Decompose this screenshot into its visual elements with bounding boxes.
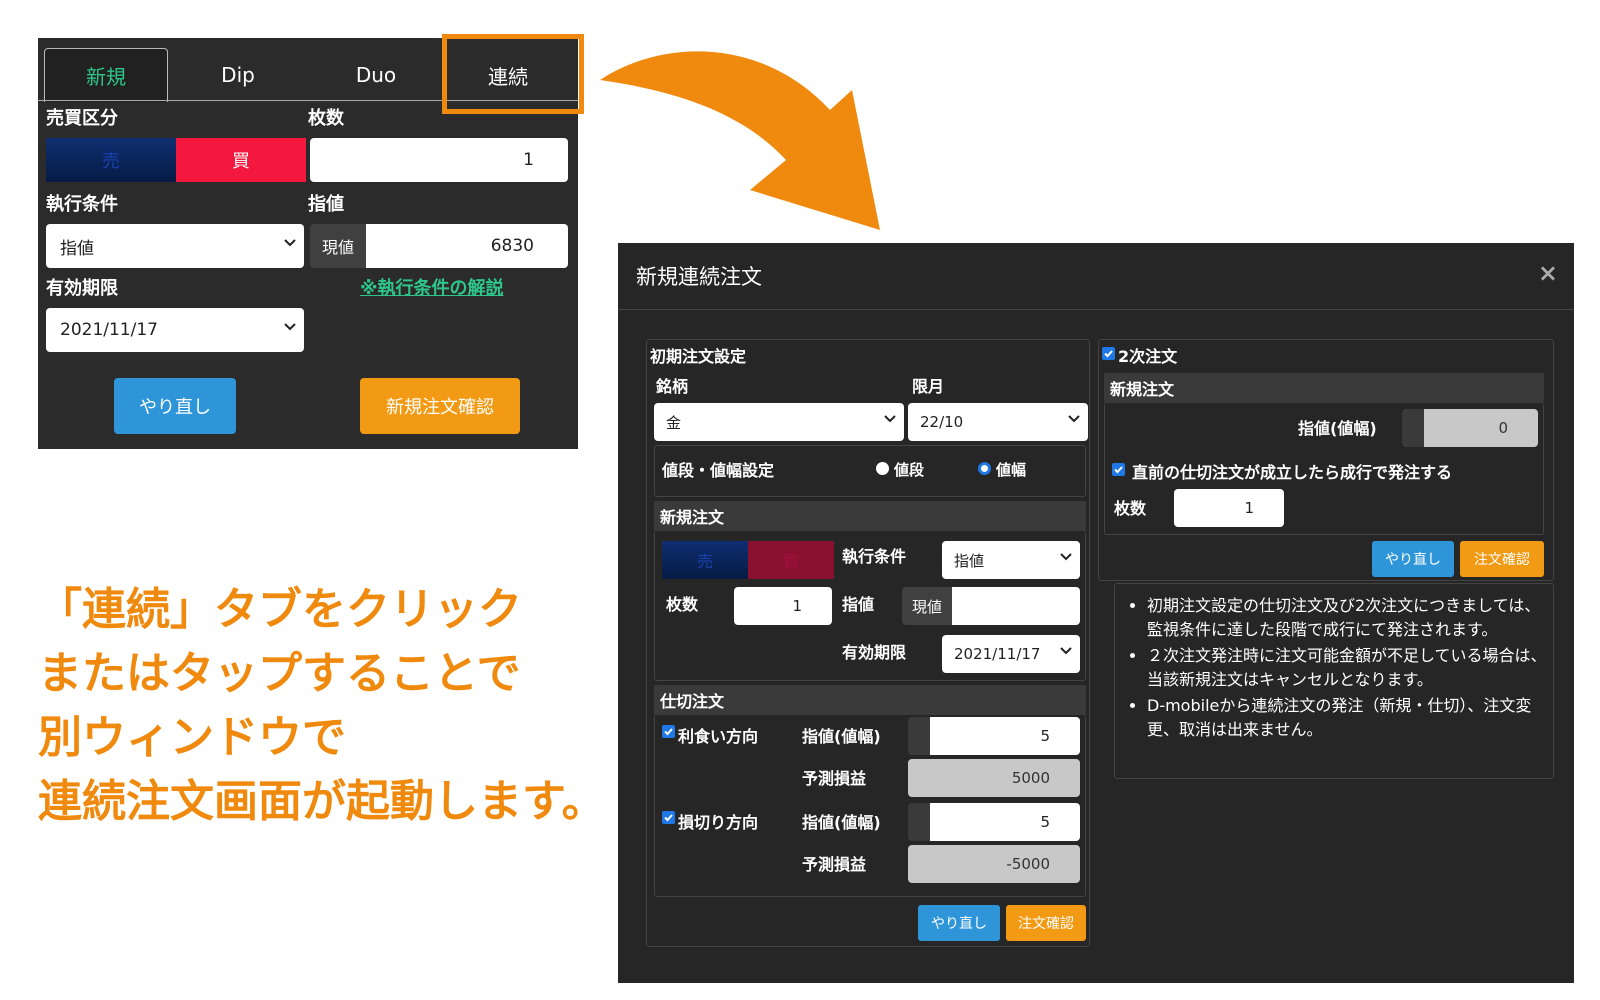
close-order-header: 仕切注文 <box>654 685 1086 715</box>
profit-limit-prefix <box>908 717 930 755</box>
note-item: 初期注文設定の仕切注文及び2次注文につきましては、監視条件に達した段階で成行にて… <box>1147 594 1547 642</box>
chevron-down-icon <box>1068 415 1080 423</box>
modal-expiry-label: 有効期限 <box>842 643 907 662</box>
exec-condition-help-link[interactable]: ※執行条件の解説 <box>360 274 504 300</box>
continuous-order-modal: 新規連続注文 × 初期注文設定 銘柄 限月 金 22/10 値段・値幅設定 値段… <box>618 243 1574 983</box>
symbol-select[interactable]: 金 <box>654 403 904 441</box>
second-order-checkbox-label: 2次注文 <box>1118 347 1178 366</box>
caption-line-4: 連続注文画面が起動します。 <box>38 776 606 827</box>
modal-exec-label: 執行条件 <box>842 547 907 566</box>
loss-pl-label: 予測損益 <box>802 855 867 874</box>
modal-limit-input[interactable] <box>952 587 1080 625</box>
tab-new[interactable]: 新規 <box>44 48 168 102</box>
new-order-header: 新規注文 <box>654 501 1086 531</box>
limit-price-label: 指値 <box>308 194 344 215</box>
radio-price-label: 値段 <box>894 461 925 479</box>
modal-current-price-button[interactable]: 現値 <box>902 587 952 625</box>
notes-list: 初期注文設定の仕切注文及び2次注文につきましては、監視条件に達した段階で成行にて… <box>1147 594 1547 744</box>
month-select[interactable]: 22/10 <box>908 403 1088 441</box>
note-item: D-mobileから連続注文の発注（新規・仕切）、注文変更、取消は出来ません。 <box>1147 694 1547 742</box>
second-qty-input[interactable]: 1 <box>1174 489 1284 527</box>
loss-limit-label: 指値(値幅) <box>802 813 881 832</box>
tab-highlight-frame <box>442 34 584 114</box>
modal-limit-label: 指値 <box>842 595 875 614</box>
exec-condition-value: 指値 <box>60 238 94 259</box>
checkbox-checked-icon[interactable] <box>1102 347 1115 360</box>
profit-direction-label: 利食い方向 <box>678 727 759 746</box>
modal-title: 新規連続注文 <box>636 265 762 289</box>
profit-pl-label: 予測損益 <box>802 769 867 788</box>
month-value: 22/10 <box>920 413 964 431</box>
checkbox-checked-icon[interactable] <box>662 725 675 738</box>
market-order-check-label: 直前の仕切注文が成立したら成行で発注する <box>1132 463 1453 482</box>
month-label: 限月 <box>912 377 945 396</box>
modal-left-confirm-button[interactable]: 注文確認 <box>1006 905 1086 941</box>
modal-right-reset-button[interactable]: やり直し <box>1372 541 1454 577</box>
profit-pl-value: 5000 <box>908 759 1080 797</box>
second-new-order-header: 新規注文 <box>1104 373 1544 403</box>
modal-qty-input[interactable]: 1 <box>734 587 832 625</box>
expiry-label: 有効期限 <box>46 278 118 299</box>
instruction-caption: 「連続」タブをクリック またはタップすることで 別ウィンドウで 連続注文画面が起… <box>38 578 618 834</box>
second-qty-label: 枚数 <box>1114 499 1147 518</box>
profit-limit-label: 指値(値幅) <box>802 727 881 746</box>
expiry-value: 2021/11/17 <box>60 320 158 340</box>
tab-duo[interactable]: Duo <box>314 48 438 102</box>
notes-box: 初期注文設定の仕切注文及び2次注文につきましては、監視条件に達した段階で成行にて… <box>1114 583 1554 779</box>
profit-limit-input[interactable]: 5 <box>930 717 1080 755</box>
symbol-label: 銘柄 <box>656 377 689 396</box>
loss-limit-input[interactable]: 5 <box>930 803 1080 841</box>
second-limit-value: 0 <box>1424 409 1538 447</box>
initial-order-header: 初期注文設定 <box>650 347 747 366</box>
tab-dip[interactable]: Dip <box>176 48 300 102</box>
close-icon[interactable]: × <box>1538 259 1558 287</box>
symbol-value: 金 <box>666 413 682 432</box>
radio-price[interactable] <box>876 462 889 475</box>
second-limit-label: 指値(値幅) <box>1298 419 1377 438</box>
qty-label: 枚数 <box>308 108 344 129</box>
loss-pl-value: -5000 <box>908 845 1080 883</box>
note-item: ２次注文発注時に注文可能金額が不足している場合は、当該新規注文はキャンセルとなり… <box>1147 644 1547 692</box>
caption-line-3: 別ウィンドウで <box>38 712 346 763</box>
price-setting-label: 値段・値幅設定 <box>662 461 775 480</box>
buy-sell-label: 売買区分 <box>46 108 118 129</box>
caption-line-2: またはタップすることで <box>38 648 521 699</box>
exec-condition-label: 執行条件 <box>46 194 118 215</box>
exec-condition-select[interactable]: 指値 <box>46 224 304 268</box>
chevron-down-icon <box>884 415 896 423</box>
loss-limit-prefix <box>908 803 930 841</box>
modal-exec-select[interactable]: 指値 <box>942 541 1080 579</box>
radio-width[interactable] <box>978 462 991 475</box>
limit-price-input[interactable]: 6830 <box>366 224 568 268</box>
modal-qty-label: 枚数 <box>666 595 699 614</box>
chevron-down-icon <box>1060 553 1072 561</box>
modal-expiry-value: 2021/11/17 <box>954 645 1041 663</box>
chevron-down-icon <box>1060 647 1072 655</box>
modal-buy-button[interactable]: 買 <box>748 541 834 579</box>
current-price-button[interactable]: 現値 <box>310 224 366 268</box>
loss-direction-label: 損切り方向 <box>678 813 759 832</box>
expiry-select[interactable]: 2021/11/17 <box>46 308 304 352</box>
radio-width-label: 値幅 <box>996 461 1027 479</box>
second-limit-prefix <box>1402 409 1424 447</box>
reset-button[interactable]: やり直し <box>114 378 236 434</box>
checkbox-checked-icon[interactable] <box>1112 463 1125 476</box>
sell-button[interactable]: 売 <box>46 138 176 182</box>
modal-exec-value: 指値 <box>954 551 985 570</box>
buy-button[interactable]: 買 <box>176 138 306 182</box>
modal-expiry-select[interactable]: 2021/11/17 <box>942 635 1080 673</box>
modal-left-reset-button[interactable]: やり直し <box>918 905 1000 941</box>
new-order-confirm-button[interactable]: 新規注文確認 <box>360 378 520 434</box>
checkbox-checked-icon[interactable] <box>662 811 675 824</box>
chevron-down-icon <box>284 239 296 247</box>
modal-right-confirm-button[interactable]: 注文確認 <box>1460 541 1544 577</box>
caption-line-1: 「連続」タブをクリック <box>38 584 522 635</box>
modal-sell-button[interactable]: 売 <box>662 541 748 579</box>
chevron-down-icon <box>284 323 296 331</box>
modal-divider <box>618 309 1574 310</box>
arrow-icon <box>600 51 880 230</box>
qty-input[interactable]: 1 <box>310 138 568 182</box>
